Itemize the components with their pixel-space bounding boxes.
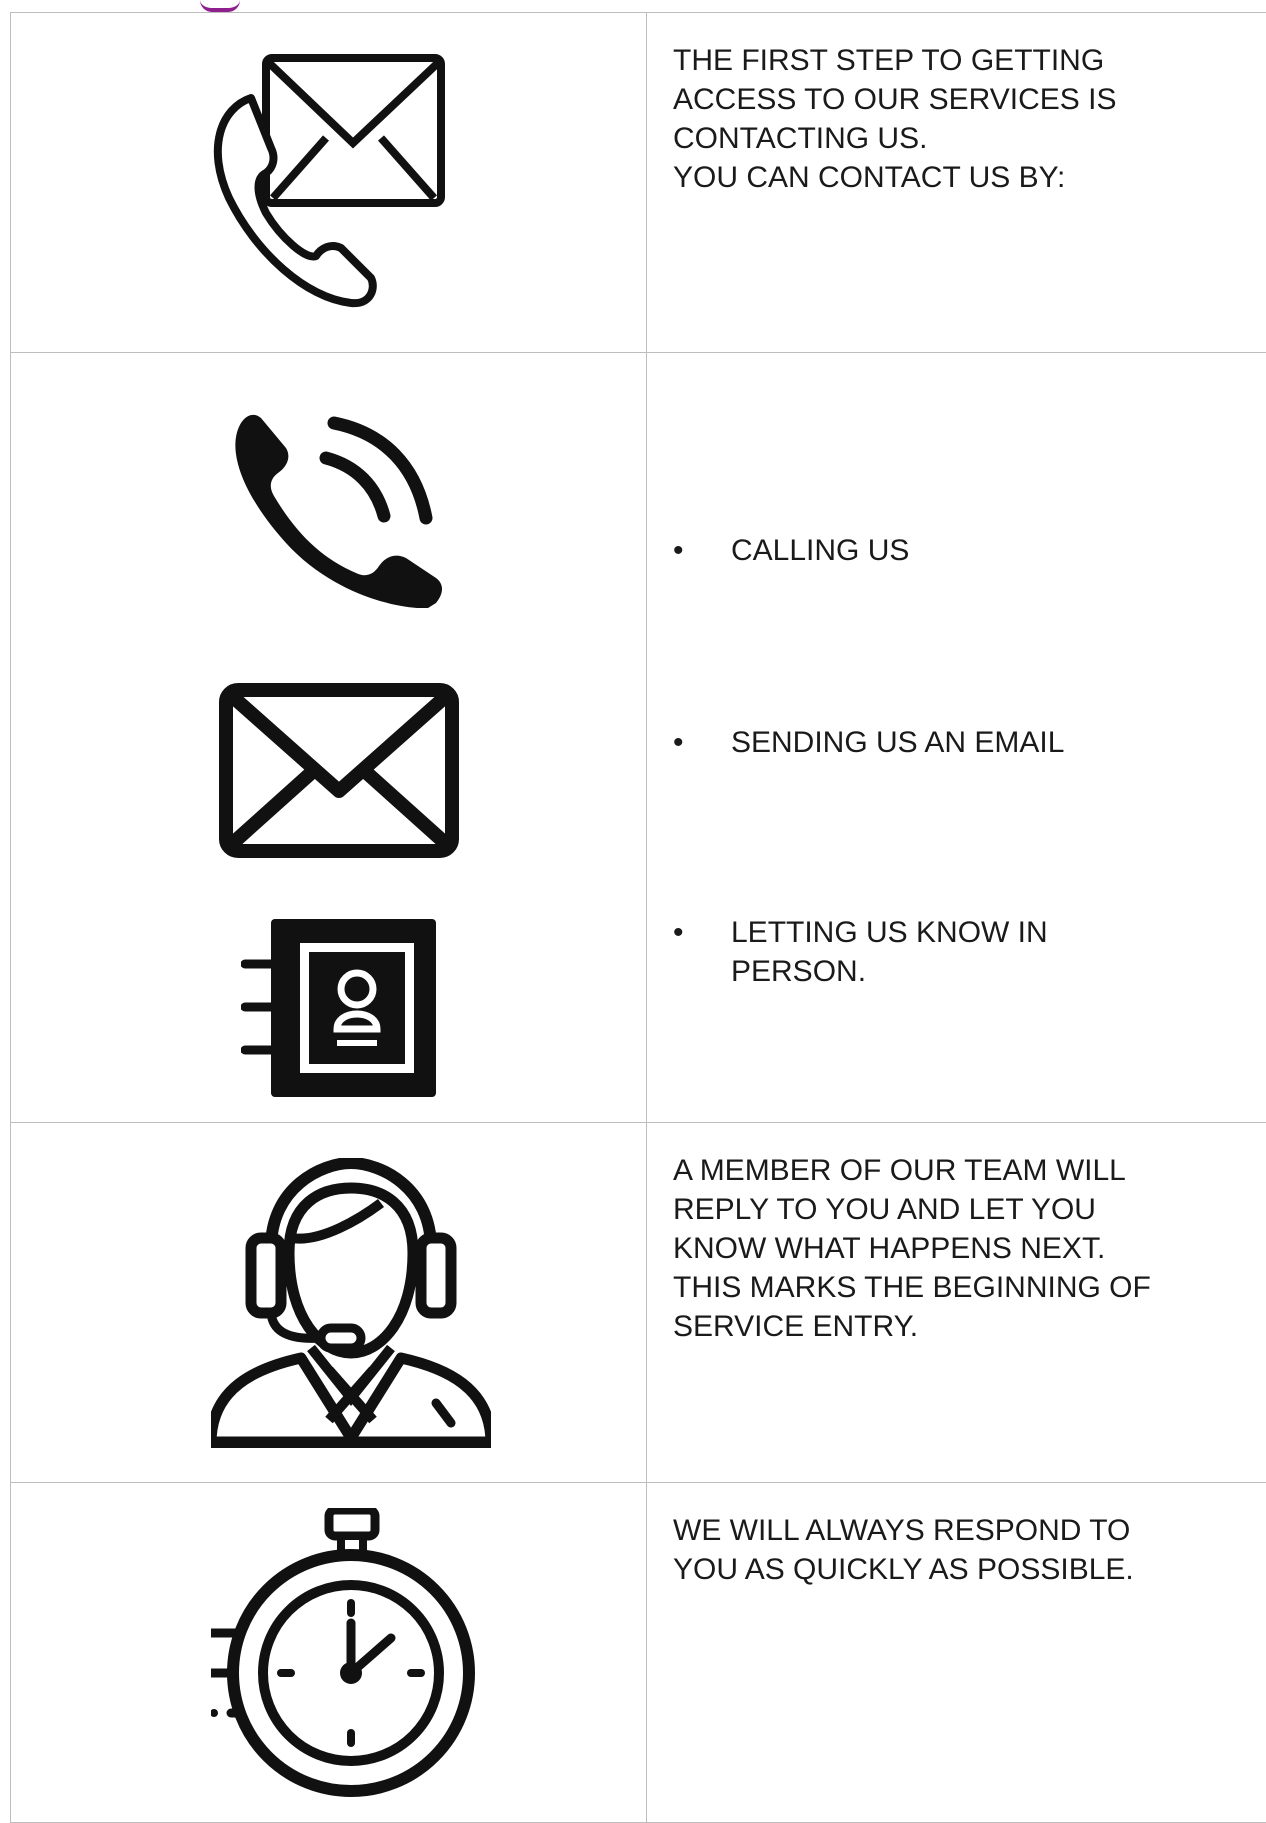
contact-steps-table: THE FIRST STEP TO GETTING ACCESS TO OUR …	[10, 12, 1266, 1823]
icon-cell	[11, 13, 647, 353]
text-line: YOU CAN CONTACT US BY:	[673, 158, 1233, 197]
heading-fragment-decoration	[200, 0, 240, 12]
envelope-icon	[219, 683, 459, 858]
text-line: REPLY TO YOU AND LET YOU	[673, 1190, 1263, 1229]
text-cell: WE WILL ALWAYS RESPOND TO YOU AS QUICKLY…	[647, 1483, 1266, 1823]
bullet-text: SENDING US AN EMAIL	[673, 723, 1193, 762]
text-line: YOU AS QUICKLY AS POSSIBLE.	[673, 1550, 1263, 1589]
text-line: KNOW WHAT HAPPENS NEXT.	[673, 1229, 1263, 1268]
list-item: • SENDING US AN EMAIL	[673, 723, 1193, 762]
text-cell: A MEMBER OF OUR TEAM WILL REPLY TO YOU A…	[647, 1123, 1266, 1483]
text-cell: • CALLING US • SENDING US AN EMAIL • LET…	[647, 353, 1266, 1123]
text-line: CONTACTING US.	[673, 119, 1233, 158]
contact-book-icon	[241, 919, 436, 1099]
icon-cell	[11, 1483, 647, 1823]
table-row: WE WILL ALWAYS RESPOND TO YOU AS QUICKLY…	[11, 1483, 1266, 1823]
text-line: SERVICE ENTRY.	[673, 1307, 1263, 1346]
icon-cell	[11, 1123, 647, 1483]
table-row: A MEMBER OF OUR TEAM WILL REPLY TO YOU A…	[11, 1123, 1266, 1483]
phone-ringing-icon	[216, 388, 446, 608]
bullet-text: LETTING US KNOW IN PERSON.	[673, 913, 1091, 991]
phone-and-envelope-icon	[211, 48, 451, 308]
text-line: ACCESS TO OUR SERVICES IS	[673, 80, 1233, 119]
text-line: THIS MARKS THE BEGINNING OF	[673, 1268, 1263, 1307]
bullet-text: CALLING US	[673, 531, 1193, 570]
table-row: THE FIRST STEP TO GETTING ACCESS TO OUR …	[11, 13, 1266, 353]
icon-cell	[11, 353, 647, 1123]
table-row: • CALLING US • SENDING US AN EMAIL • LET…	[11, 353, 1266, 1123]
text-line: THE FIRST STEP TO GETTING	[673, 41, 1233, 80]
text-line: WE WILL ALWAYS RESPOND TO	[673, 1511, 1263, 1550]
fast-stopwatch-icon	[211, 1508, 491, 1808]
list-item: • CALLING US	[673, 531, 1193, 570]
customer-support-agent-icon	[211, 1158, 491, 1448]
list-item: • LETTING US KNOW IN PERSON.	[673, 913, 1193, 991]
text-line: A MEMBER OF OUR TEAM WILL	[673, 1151, 1263, 1190]
text-cell: THE FIRST STEP TO GETTING ACCESS TO OUR …	[647, 13, 1266, 353]
